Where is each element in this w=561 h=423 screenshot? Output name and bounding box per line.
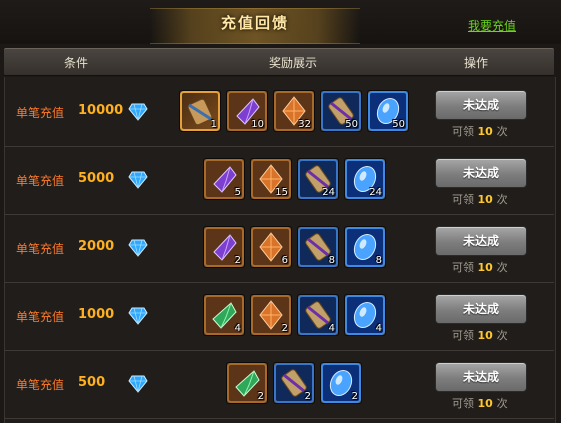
reward-items: 4 2 4 4 — [203, 294, 386, 336]
reward-count: 4 — [328, 323, 335, 334]
reward-item[interactable]: 8 — [297, 226, 339, 268]
claim-suffix: 次 — [496, 329, 508, 342]
diamond-icon — [128, 101, 148, 121]
reward-count: 24 — [369, 187, 382, 198]
claim-suffix: 次 — [496, 193, 508, 206]
diamond-icon — [128, 373, 148, 393]
reward-item[interactable]: 24 — [344, 158, 386, 200]
reward-item[interactable]: 2 — [273, 362, 315, 404]
condition-label: 单笔充值 — [16, 174, 65, 188]
claim-prefix: 可领 — [452, 193, 474, 206]
condition-label: 单笔充值 — [16, 242, 65, 256]
reward-count: 50 — [345, 119, 358, 130]
reward-item[interactable]: 2 — [226, 362, 268, 404]
reward-items: 2 6 8 8 — [203, 226, 386, 268]
claim-prefix: 可领 — [452, 125, 474, 138]
reward-item[interactable]: 4 — [203, 294, 245, 336]
claim-limit: 可领 10 次 — [452, 191, 508, 207]
page-title: 充值回馈 — [220, 14, 289, 32]
reward-item[interactable]: 4 — [344, 294, 386, 336]
reward-item[interactable]: 5 — [203, 158, 245, 200]
recharge-link[interactable]: 我要充值 — [468, 17, 516, 34]
column-header-action: 操作 — [464, 56, 489, 70]
reward-count: 10 — [251, 119, 264, 130]
claim-suffix: 次 — [496, 125, 508, 138]
reward-item[interactable]: 2 — [250, 294, 292, 336]
reward-count: 2 — [257, 391, 264, 402]
reward-item[interactable]: 50 — [320, 90, 362, 132]
diamond-icon — [128, 305, 148, 325]
claim-count: 10 — [477, 261, 497, 274]
reward-count: 4 — [375, 323, 382, 334]
reward-count: 24 — [322, 187, 335, 198]
reward-item[interactable]: 6 — [250, 226, 292, 268]
claim-limit: 可领 10 次 — [452, 259, 508, 275]
reward-count: 2 — [351, 391, 358, 402]
reward-count: 1 — [210, 119, 217, 130]
reward-item[interactable]: 4 — [297, 294, 339, 336]
claim-limit: 可领 10 次 — [452, 395, 508, 411]
condition-amount: 10000 — [78, 103, 124, 118]
reward-count: 4 — [234, 323, 241, 334]
reward-item[interactable]: 32 — [273, 90, 315, 132]
reward-count: 8 — [375, 255, 382, 266]
reward-item[interactable]: 24 — [297, 158, 339, 200]
reward-items: 5 15 24 24 — [203, 158, 386, 200]
reward-items: 1 10 32 50 50 — [179, 90, 409, 132]
claim-prefix: 可领 — [452, 261, 474, 274]
reward-count: 5 — [234, 187, 241, 198]
condition-amount: 5000 — [78, 171, 115, 186]
reward-count: 15 — [275, 187, 288, 198]
claim-limit: 可领 10 次 — [452, 327, 508, 343]
condition-label: 单笔充值 — [16, 310, 65, 324]
reward-item[interactable]: 1 — [179, 90, 221, 132]
diamond-icon — [128, 237, 148, 257]
reward-count: 6 — [281, 255, 288, 266]
claim-prefix: 可领 — [452, 397, 474, 410]
not-reached-button[interactable]: 未达成 — [435, 90, 527, 120]
column-header-condition: 条件 — [64, 56, 89, 70]
reward-item[interactable]: 8 — [344, 226, 386, 268]
condition-amount: 500 — [78, 375, 106, 390]
claim-suffix: 次 — [496, 261, 508, 274]
reward-count: 8 — [328, 255, 335, 266]
reward-item[interactable]: 50 — [367, 90, 409, 132]
not-reached-button[interactable]: 未达成 — [435, 158, 527, 188]
reward-count: 32 — [298, 119, 311, 130]
condition-amount: 1000 — [78, 307, 115, 322]
reward-count: 2 — [234, 255, 241, 266]
condition-label: 单笔充值 — [16, 106, 65, 120]
reward-item[interactable]: 2 — [320, 362, 362, 404]
reward-count: 2 — [304, 391, 311, 402]
not-reached-button[interactable]: 未达成 — [435, 362, 527, 392]
condition-label: 单笔充值 — [16, 378, 65, 392]
claim-count: 10 — [477, 125, 497, 138]
not-reached-button[interactable]: 未达成 — [435, 226, 527, 256]
reward-count: 50 — [392, 119, 405, 130]
diamond-icon — [128, 169, 148, 189]
reward-item[interactable]: 10 — [226, 90, 268, 132]
claim-count: 10 — [477, 329, 497, 342]
reward-item[interactable]: 2 — [203, 226, 245, 268]
not-reached-button[interactable]: 未达成 — [435, 294, 527, 324]
claim-count: 10 — [477, 397, 497, 410]
reward-item[interactable]: 15 — [250, 158, 292, 200]
claim-suffix: 次 — [496, 397, 508, 410]
claim-prefix: 可领 — [452, 329, 474, 342]
claim-count: 10 — [477, 193, 497, 206]
claim-limit: 可领 10 次 — [452, 123, 508, 139]
column-header-rewards: 奖励展示 — [269, 56, 318, 70]
reward-count: 2 — [281, 323, 288, 334]
reward-items: 2 2 2 — [226, 362, 362, 404]
condition-amount: 2000 — [78, 239, 115, 254]
